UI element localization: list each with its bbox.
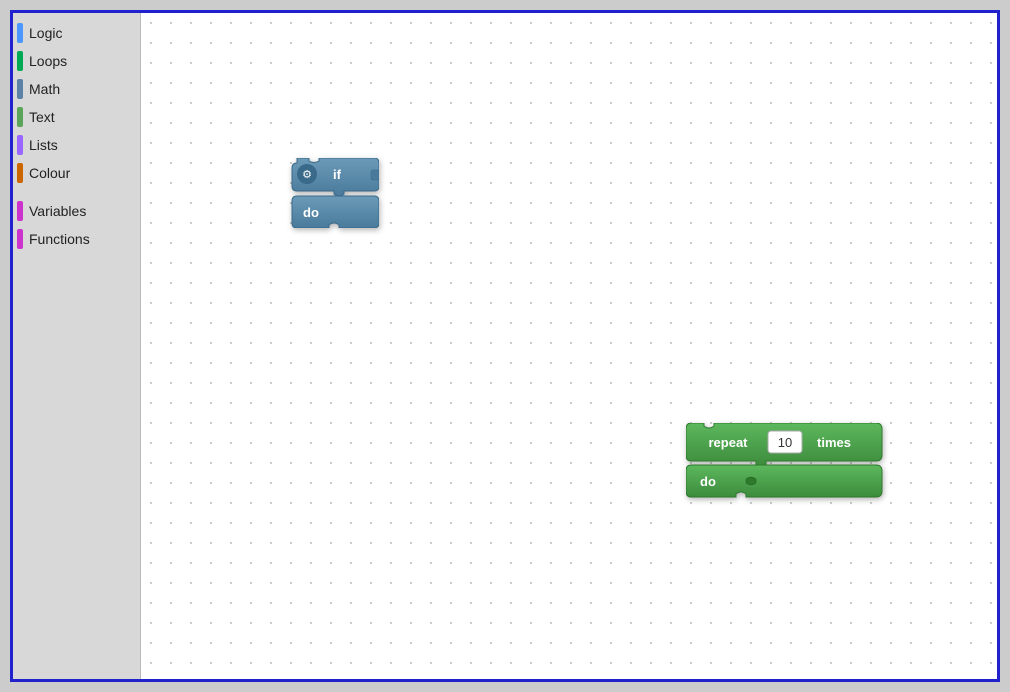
sidebar-item-math[interactable]: Math [13, 75, 140, 103]
sidebar-item-label-lists: Lists [29, 137, 58, 153]
text-color-bar [17, 107, 23, 127]
times-label: times [817, 435, 851, 450]
sidebar: Logic Loops Math Text Lists Colour [13, 13, 141, 679]
if-block[interactable]: ⚙ if do [289, 158, 379, 233]
sidebar-item-variables[interactable]: Variables [13, 197, 140, 225]
sidebar-item-label-variables: Variables [29, 203, 86, 219]
sidebar-item-functions[interactable]: Functions [13, 225, 140, 253]
sidebar-item-label-loops: Loops [29, 53, 67, 69]
if-label: if [333, 167, 342, 182]
lists-color-bar [17, 135, 23, 155]
sidebar-item-loops[interactable]: Loops [13, 47, 140, 75]
repeat-label: repeat [708, 435, 748, 450]
svg-text:⚙: ⚙ [302, 169, 312, 181]
sidebar-item-label-functions: Functions [29, 231, 90, 247]
sidebar-item-label-colour: Colour [29, 165, 70, 181]
logic-color-bar [17, 23, 23, 43]
workspace[interactable]: ⚙ if do [141, 13, 997, 679]
functions-color-bar [17, 229, 23, 249]
sidebar-spacer [13, 187, 140, 197]
repeat-block[interactable]: repeat 10 times do [686, 423, 886, 503]
sidebar-item-label-text: Text [29, 109, 55, 125]
sidebar-item-label-logic: Logic [29, 25, 62, 41]
sidebar-item-logic[interactable]: Logic [13, 19, 140, 47]
sidebar-item-label-math: Math [29, 81, 60, 97]
repeat-do-label: do [700, 474, 716, 489]
loops-color-bar [17, 51, 23, 71]
colour-color-bar [17, 163, 23, 183]
sidebar-item-lists[interactable]: Lists [13, 131, 140, 159]
math-color-bar [17, 79, 23, 99]
repeat-value: 10 [778, 435, 792, 450]
sidebar-item-colour[interactable]: Colour [13, 159, 140, 187]
sidebar-item-text[interactable]: Text [13, 103, 140, 131]
variables-color-bar [17, 201, 23, 221]
if-do-label: do [303, 205, 319, 220]
main-frame: Logic Loops Math Text Lists Colour [10, 10, 1000, 682]
